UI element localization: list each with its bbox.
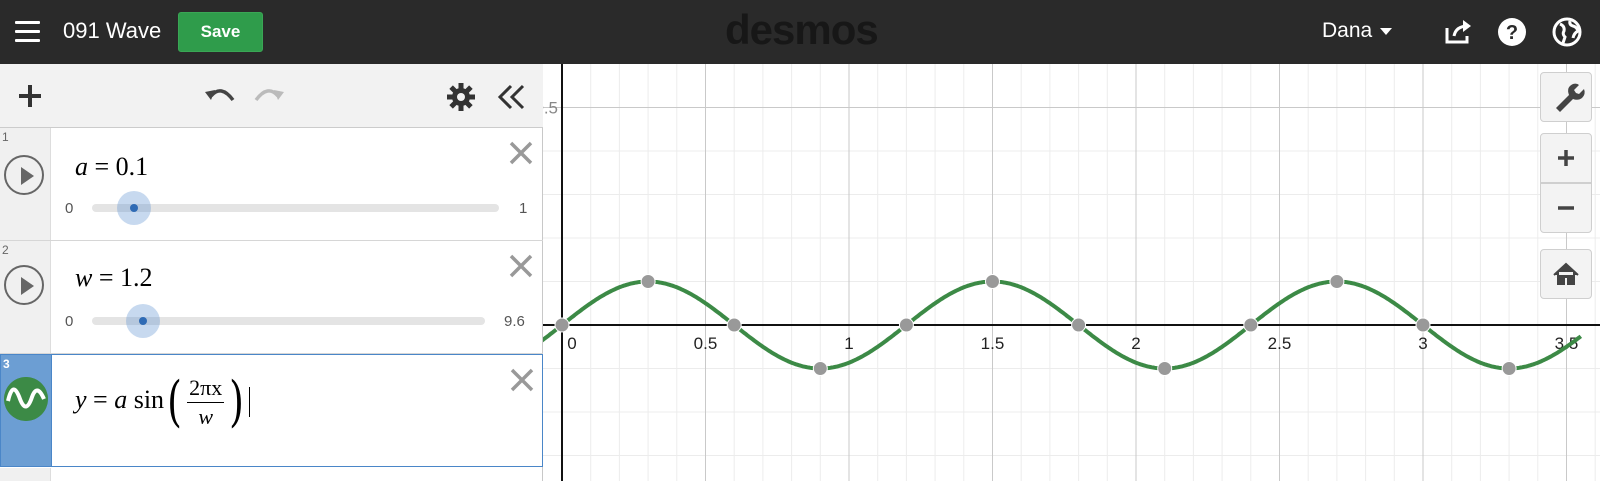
expression-input[interactable]: y = a sin(2πx w) (75, 370, 251, 433)
slider-handle[interactable] (117, 191, 151, 225)
equals-sign: = (86, 384, 115, 414)
right-paren: ) (229, 370, 245, 433)
point-of-interest[interactable] (554, 317, 570, 333)
expression-toolbar (0, 64, 543, 128)
collapse-icon[interactable] (497, 84, 527, 110)
point-of-interest[interactable] (985, 274, 1000, 289)
x-tick-label: 0.5 (694, 334, 718, 353)
point-of-interest[interactable] (1329, 274, 1345, 289)
variable-name: a (75, 152, 88, 181)
slider-max[interactable]: 9.6 (504, 313, 525, 330)
zoom-out-button[interactable] (1540, 183, 1592, 233)
expression-gutter: 1 (0, 128, 51, 240)
play-icon[interactable] (4, 155, 44, 195)
graph-settings-button[interactable] (1540, 72, 1592, 122)
point-of-interest[interactable] (1071, 317, 1087, 333)
zoom-in-button[interactable] (1540, 133, 1592, 183)
svg-text:?: ? (1506, 22, 1518, 44)
redo-icon[interactable] (252, 82, 286, 110)
equals-sign: = (88, 152, 116, 181)
x-tick-label: 3 (1418, 334, 1427, 353)
caret-down-icon (1380, 27, 1393, 35)
point-of-interest[interactable] (1415, 317, 1431, 333)
expression-number: 2 (2, 243, 9, 257)
expression-input[interactable]: a = 0.1 (75, 152, 148, 182)
numerator: 2πx (187, 376, 225, 403)
menu-icon[interactable] (12, 17, 42, 47)
help-icon[interactable]: ? (1496, 16, 1528, 48)
graph-title[interactable]: 091 Wave (63, 18, 161, 44)
play-icon[interactable] (4, 265, 44, 305)
variable-name: w (75, 263, 93, 292)
expression-gutter: 2 (0, 241, 51, 353)
slider-min[interactable]: 0 (65, 313, 73, 330)
denominator: w (198, 403, 214, 429)
expression-item-a[interactable]: 1 a = 0.1 0 1 (0, 128, 543, 241)
point-of-interest[interactable] (812, 361, 828, 376)
globe-icon[interactable] (1551, 16, 1583, 48)
x-tick-label: 1 (844, 334, 853, 353)
point-of-interest[interactable] (898, 317, 914, 333)
home-button[interactable] (1540, 249, 1592, 299)
graph-paper[interactable]: 00.511.522.533.50.5 (543, 64, 1600, 481)
share-icon[interactable] (1442, 16, 1474, 48)
top-bar: 091 Wave Save desmos Dana ? (0, 0, 1600, 64)
function-name: sin (127, 384, 165, 414)
expression-panel: 1 a = 0.1 0 1 2 w = 1.2 0 9.6 3 y = a si… (0, 64, 543, 481)
point-of-interest[interactable] (1501, 361, 1517, 376)
y-tick-label: 0.5 (543, 99, 558, 118)
zoom-out-icon (1558, 206, 1574, 210)
close-icon[interactable] (508, 253, 534, 279)
expression-gutter: 3 (1, 355, 52, 466)
save-button[interactable]: Save (178, 12, 263, 52)
variable-value: 0.1 (115, 152, 149, 181)
close-icon[interactable] (509, 367, 535, 393)
user-name: Dana (1322, 19, 1373, 42)
expression-gutter (0, 468, 51, 481)
plus-icon[interactable] (16, 82, 44, 110)
point-of-interest[interactable] (640, 274, 656, 289)
equals-sign: = (92, 263, 121, 292)
point-of-interest[interactable] (726, 317, 742, 333)
slider-max[interactable]: 1 (519, 200, 527, 217)
graph-canvas[interactable]: 00.511.522.533.50.5 (543, 64, 1600, 481)
zoom-in-icon (1558, 150, 1574, 166)
expression-input[interactable]: w = 1.2 (75, 263, 153, 293)
expression-number: 1 (2, 130, 9, 144)
desmos-logo: desmos (725, 6, 879, 53)
x-tick-label: 1.5 (981, 334, 1005, 353)
left-paren: ( (167, 370, 182, 433)
x-tick-label: 2 (1131, 334, 1140, 353)
lhs-variable: y (75, 384, 87, 414)
graph-style-icon[interactable] (4, 377, 48, 421)
expression-item-w[interactable]: 2 w = 1.2 0 9.6 (0, 241, 543, 354)
x-tick-label: 2.5 (1268, 334, 1292, 353)
user-menu[interactable]: Dana (1322, 19, 1393, 43)
undo-icon[interactable] (203, 82, 237, 110)
text-cursor (249, 387, 251, 417)
slider-handle[interactable] (126, 304, 160, 338)
home-icon (1553, 262, 1579, 285)
close-icon[interactable] (508, 140, 534, 166)
x-tick-label: 0 (567, 334, 576, 353)
point-of-interest[interactable] (1157, 361, 1173, 376)
expression-item-function[interactable]: 3 y = a sin(2πx w) (0, 354, 543, 467)
expression-item-empty[interactable] (0, 468, 543, 481)
fraction: 2πx w (187, 376, 225, 429)
coefficient: a (114, 384, 128, 414)
variable-value: 1.2 (120, 263, 153, 292)
wrench-icon (1556, 83, 1585, 112)
point-of-interest[interactable] (1243, 317, 1259, 333)
expression-number: 3 (3, 357, 10, 371)
slider-min[interactable]: 0 (65, 200, 73, 217)
gear-icon[interactable] (446, 82, 476, 112)
slider-track[interactable] (92, 204, 499, 212)
